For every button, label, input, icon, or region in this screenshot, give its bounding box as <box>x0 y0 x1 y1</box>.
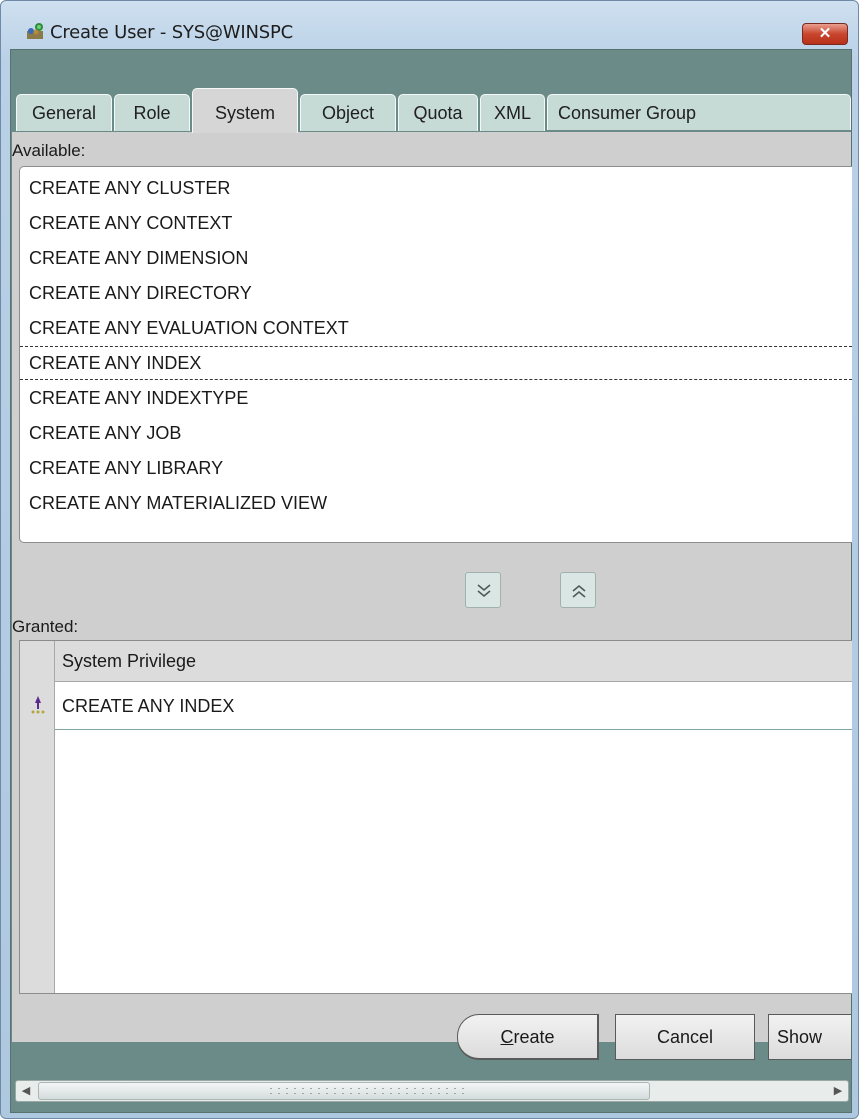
scrollbar-thumb[interactable] <box>38 1082 650 1100</box>
list-item[interactable]: CREATE ANY JOB <box>29 417 181 449</box>
tab-role[interactable]: Role <box>114 94 190 131</box>
available-privileges-list[interactable]: CREATE ANY CLUSTER CREATE ANY CONTEXT CR… <box>19 166 852 543</box>
cancel-button[interactable]: Cancel <box>615 1014 755 1060</box>
list-item[interactable]: CREATE ANY MATERIALIZED VIEW <box>29 487 327 519</box>
grant-down-button[interactable] <box>465 572 501 608</box>
close-button[interactable]: ✕ <box>802 23 848 45</box>
table-cell: CREATE ANY INDEX <box>62 696 235 716</box>
available-label: Available: <box>12 141 86 160</box>
tab-xml[interactable]: XML <box>480 94 545 131</box>
list-item[interactable]: CREATE ANY CONTEXT <box>29 207 232 239</box>
tab-quota[interactable]: Quota <box>398 94 478 131</box>
tab-consumer-group[interactable]: Consumer Group <box>547 94 851 130</box>
table-row[interactable]: CREATE ANY INDEX <box>55 685 852 730</box>
horizontal-scrollbar[interactable]: ◀ ▶ <box>15 1080 849 1102</box>
tab-object[interactable]: Object <box>300 94 396 131</box>
list-item[interactable]: CREATE ANY INDEXTYPE <box>29 382 248 414</box>
revoke-up-button[interactable] <box>560 572 596 608</box>
scroll-right-arrow-icon[interactable]: ▶ <box>829 1081 847 1101</box>
chevron-double-down-icon <box>477 584 491 598</box>
column-header-system-privilege[interactable]: System Privilege <box>55 641 852 682</box>
chevron-double-up-icon <box>572 584 586 598</box>
scrollbar-grip <box>267 1086 467 1094</box>
list-item[interactable]: CREATE ANY CLUSTER <box>29 172 230 204</box>
close-x-icon: ✕ <box>818 25 832 42</box>
list-item[interactable]: CREATE ANY EVALUATION CONTEXT <box>29 312 349 344</box>
title-bar[interactable]: Create User - SYS@WINSPC ✕ <box>1 1 858 45</box>
list-item[interactable]: CREATE ANY LIBRARY <box>29 452 223 484</box>
row-indicator-icon <box>31 696 45 714</box>
dialog-client-area: General Role System Object Quota XML Con… <box>10 49 852 1113</box>
list-item-selected[interactable]: CREATE ANY INDEX <box>20 346 852 380</box>
list-item[interactable]: CREATE ANY DIMENSION <box>29 242 248 274</box>
users-app-icon <box>27 23 43 39</box>
tab-system[interactable]: System <box>192 88 298 133</box>
show-sql-button[interactable]: Show <box>768 1014 851 1060</box>
tab-general[interactable]: General <box>16 94 112 131</box>
list-item[interactable]: CREATE ANY DIRECTORY <box>29 277 252 309</box>
window-title: Create User - SYS@WINSPC <box>50 22 293 43</box>
create-button[interactable]: Create <box>457 1014 599 1060</box>
scroll-left-arrow-icon[interactable]: ◀ <box>17 1081 35 1101</box>
create-user-window: Create User - SYS@WINSPC ✕ General Role … <box>0 0 859 1119</box>
system-privileges-panel: Available: CREATE ANY CLUSTER CREATE ANY… <box>12 132 852 1042</box>
granted-label: Granted: <box>12 617 79 636</box>
granted-privileges-grid[interactable]: System Privilege CREATE ANY INDEX <box>19 640 852 994</box>
